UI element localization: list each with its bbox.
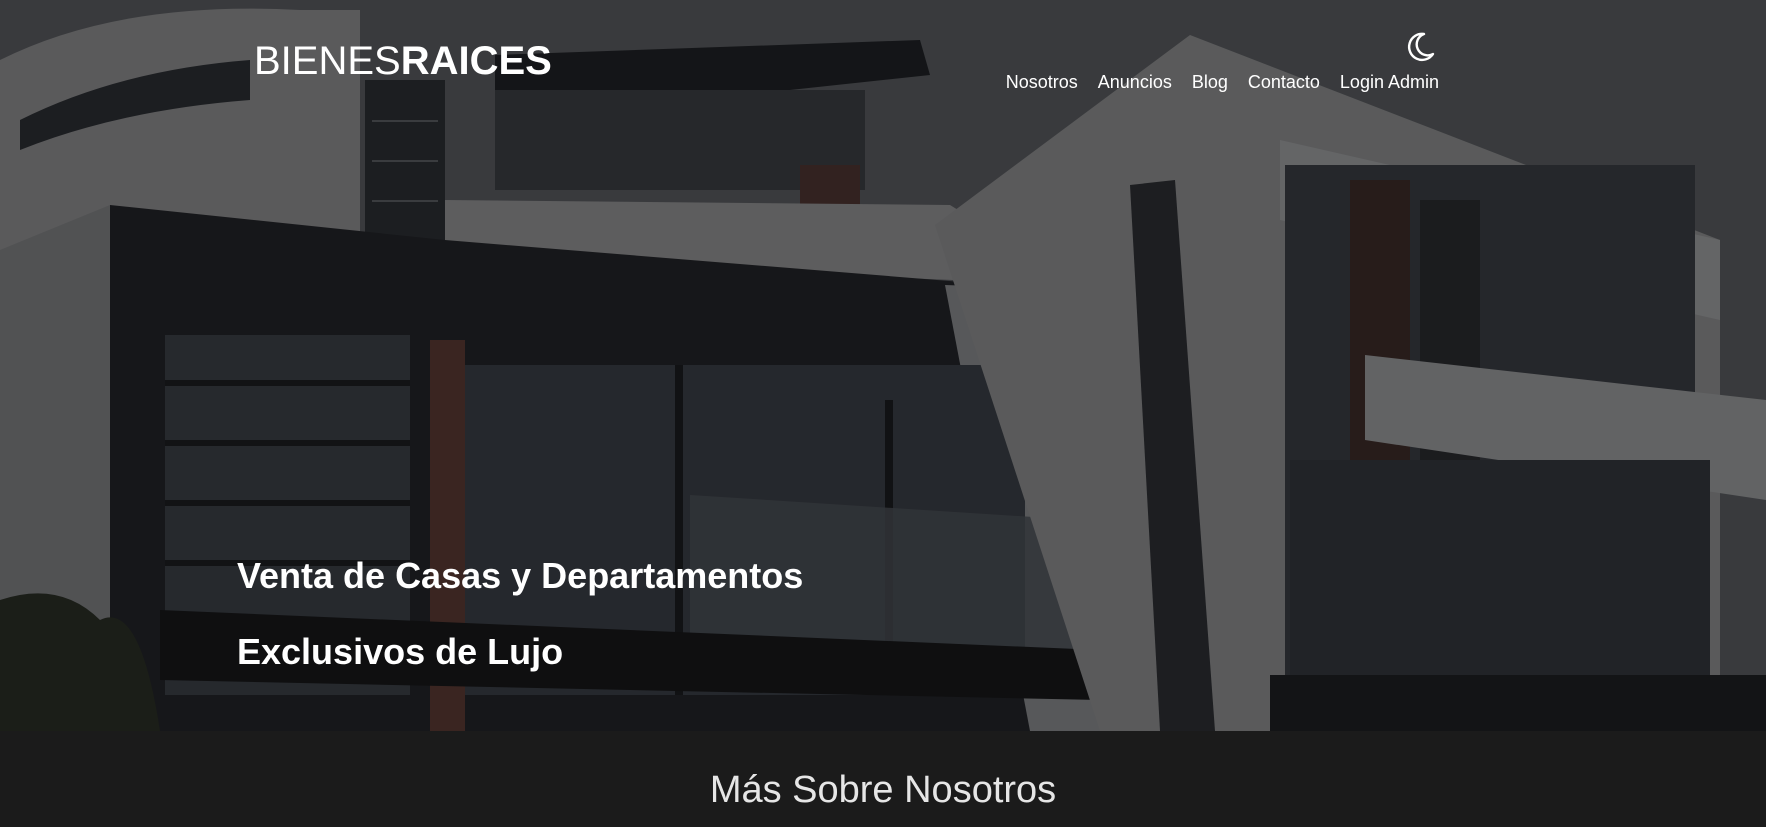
main-navigation: Nosotros Anuncios Blog Contacto Login Ad… — [1006, 72, 1439, 93]
site-header: BIENESRAICES Nosotros Anuncios Blog Cont… — [254, 32, 1439, 96]
hero-heading-line2: Exclusivos de Lujo — [237, 631, 564, 672]
nav-link-blog[interactable]: Blog — [1192, 72, 1228, 93]
hero-heading: Venta de Casas y Departamentos Exclusivo… — [237, 538, 1037, 690]
about-section-title: Más Sobre Nosotros — [709, 769, 1057, 811]
hero-heading-line1: Venta de Casas y Departamentos — [237, 555, 804, 596]
logo-text-bold: RAICES — [400, 39, 552, 83]
nav-link-anuncios[interactable]: Anuncios — [1098, 72, 1172, 93]
logo-text-light: BIENES — [254, 39, 401, 83]
moon-icon[interactable] — [1403, 30, 1437, 64]
nav-link-contacto[interactable]: Contacto — [1248, 72, 1320, 93]
about-section: Más Sobre Nosotros — [0, 731, 1766, 827]
site-logo[interactable]: BIENESRAICES — [254, 38, 552, 84]
hero-section: BIENESRAICES Nosotros Anuncios Blog Cont… — [0, 0, 1766, 731]
nav-link-nosotros[interactable]: Nosotros — [1006, 72, 1078, 93]
nav-link-login-admin[interactable]: Login Admin — [1340, 72, 1439, 93]
